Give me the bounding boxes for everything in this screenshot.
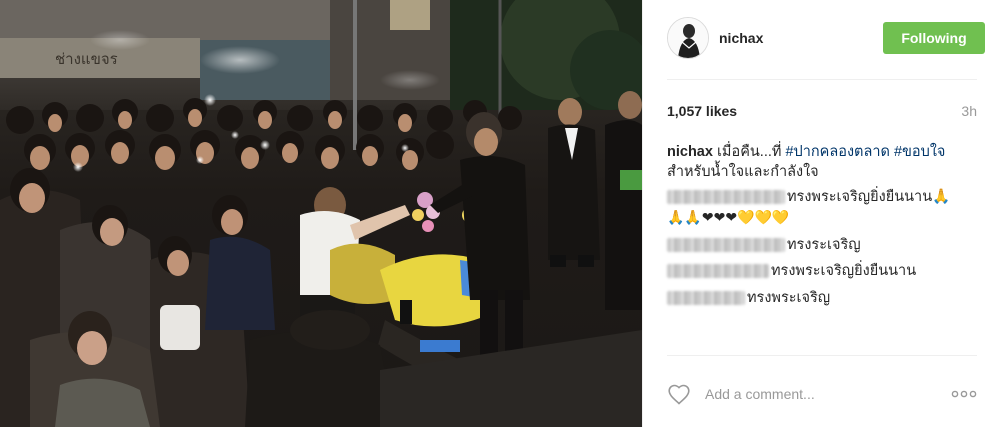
avatar-image xyxy=(668,18,708,58)
caption-username[interactable]: nichax xyxy=(667,144,713,160)
hashtag-link[interactable]: #ปากคลองตลาด xyxy=(785,144,889,160)
more-options-icon[interactable] xyxy=(951,387,977,401)
header-divider xyxy=(667,79,977,80)
post-caption: nichax เมื่อคืน...ที่ #ปากคลองตลาด #ขอบใ… xyxy=(667,142,977,182)
likes-count[interactable]: 1,057 likes xyxy=(667,103,737,119)
caption-text: สำหรับน้ำใจและกำลังใจ xyxy=(667,164,819,180)
comment-text: ทรงพระเจริญยิ่งยืนนาน🙏 xyxy=(787,189,951,205)
comment-emoji-text: 🙏🙏❤❤❤💛💛💛 xyxy=(667,209,790,225)
comment-text: ทรงพระเจริญยิ่งยืนนาน xyxy=(771,263,917,279)
comment-item: ทรงพระเจริญยิ่งยืนนาน xyxy=(667,261,977,281)
post-time[interactable]: 3h xyxy=(961,103,977,119)
likes-row: 1,057 likes 3h xyxy=(667,103,977,119)
night-crowd-scene: ช่างแขจร xyxy=(0,0,642,427)
comment-input[interactable] xyxy=(705,386,935,402)
comment-item: ทรงพระเจริญ xyxy=(667,288,977,308)
heart-icon[interactable] xyxy=(667,383,691,405)
post-header: nichax Following xyxy=(667,14,985,62)
post-photo[interactable]: ช่างแขจร xyxy=(0,0,642,427)
blurred-username[interactable] xyxy=(667,190,785,204)
post-side-panel: nichax Following 1,057 likes 3h nichax เ… xyxy=(642,0,1000,427)
add-comment-bar xyxy=(667,379,977,409)
shop-sign-text: ช่างแขจร xyxy=(55,50,118,68)
user-avatar[interactable] xyxy=(667,17,709,59)
caption-text: เมื่อคืน...ที่ xyxy=(716,144,782,160)
blurred-username[interactable] xyxy=(667,238,785,252)
comment-item: ทรงระเจริญ xyxy=(667,235,977,255)
hashtag-link[interactable]: #ขอบใจ xyxy=(894,144,945,160)
blurred-username[interactable] xyxy=(667,291,745,305)
username-link[interactable]: nichax xyxy=(719,30,763,46)
following-button[interactable]: Following xyxy=(883,22,985,54)
comments-divider xyxy=(667,355,977,356)
blurred-username[interactable] xyxy=(667,264,769,278)
comment-text: ทรงพระเจริญ xyxy=(747,290,831,306)
comment-text: ทรงระเจริญ xyxy=(787,237,861,253)
comment-item: ทรงพระเจริญยิ่งยืนนาน🙏 🙏🙏❤❤❤💛💛💛 xyxy=(667,187,977,227)
